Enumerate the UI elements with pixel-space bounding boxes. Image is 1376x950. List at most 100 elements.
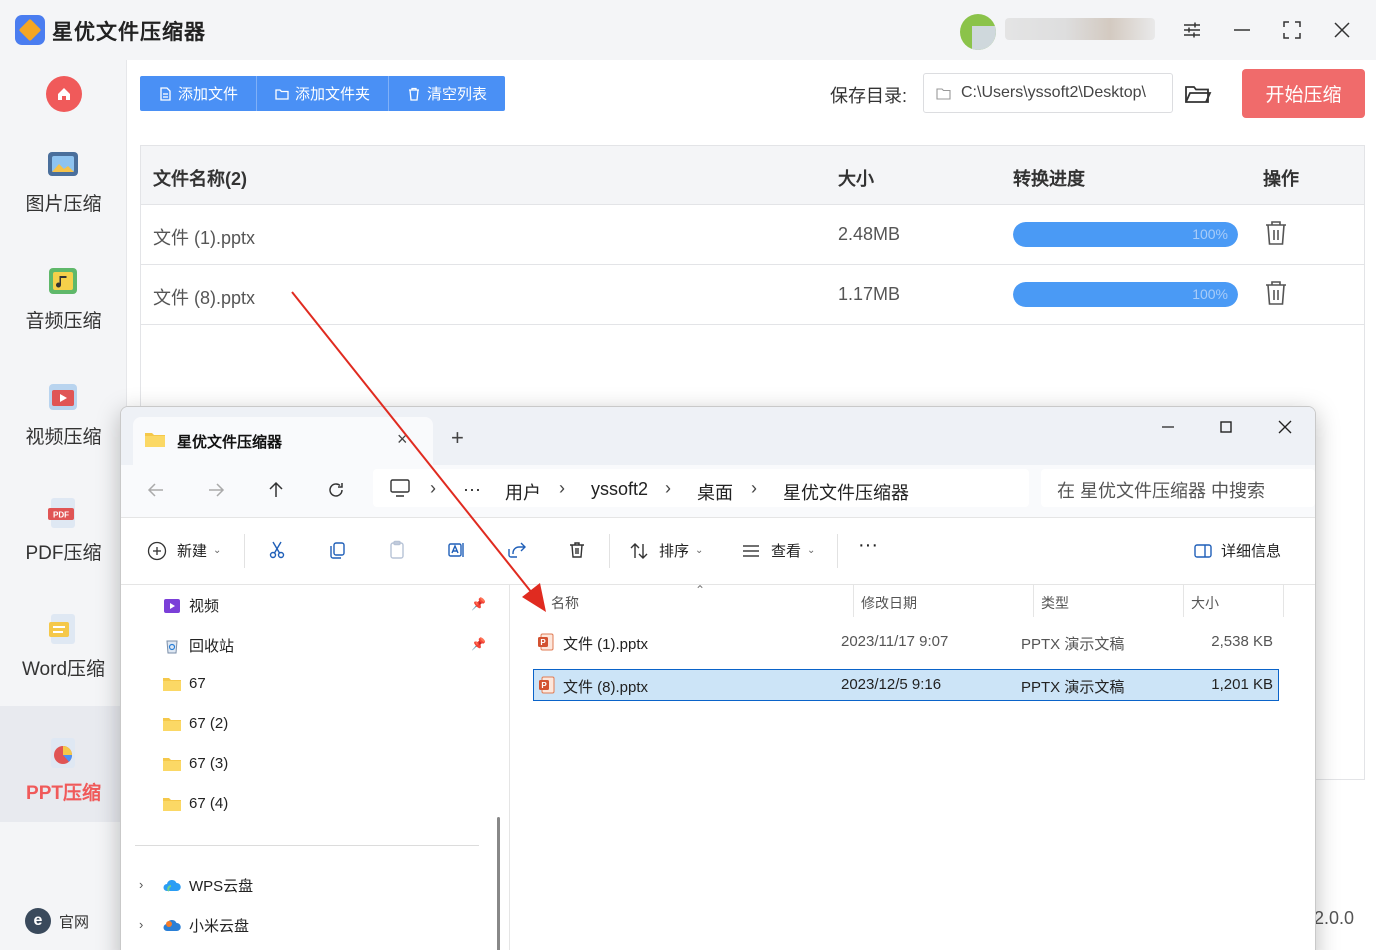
pin-icon[interactable]: 📌 xyxy=(471,637,486,651)
back-arrow-icon[interactable] xyxy=(145,479,167,501)
rename-button[interactable] xyxy=(447,540,467,560)
music-icon xyxy=(49,268,77,294)
minimize-icon[interactable] xyxy=(1227,15,1257,45)
nav-item-label: 67 (3) xyxy=(189,755,229,772)
breadcrumb-folder[interactable]: 星优文件压缩器 xyxy=(783,479,909,505)
sidebar-item-ppt[interactable]: PPT压缩 xyxy=(0,706,127,822)
nav-item-videos[interactable]: 视频 xyxy=(163,595,219,616)
breadcrumb-desktop[interactable]: 桌面 xyxy=(697,479,733,505)
file-row-selected[interactable]: P 文件 (8).pptx 2023/12/5 9:16 PPTX 演示文稿 1… xyxy=(533,669,1279,701)
nav-item-folder[interactable]: 67 (2) xyxy=(163,715,228,732)
folder-icon xyxy=(163,677,181,691)
nav-item-folder[interactable]: 67 (3) xyxy=(163,755,228,772)
title-bar: 星优文件压缩器 xyxy=(0,0,1376,60)
sidebar-item-label: 图片压缩 xyxy=(25,194,102,215)
file-type: PPTX 演示文稿 xyxy=(1021,679,1125,696)
paste-button[interactable] xyxy=(387,540,407,560)
details-pane-button[interactable]: 详细信息 xyxy=(1193,540,1281,561)
sort-button[interactable]: 排序 ⌄ xyxy=(629,540,703,561)
add-file-button[interactable]: 添加文件 xyxy=(140,76,258,111)
maximize-icon[interactable] xyxy=(1211,415,1241,439)
sidebar: 图片压缩 音频压缩 视频压缩 PDF PDF压缩 Word压缩 PPT压缩 e … xyxy=(0,60,127,950)
explorer-nav-bar: › ··· 用户 › yssoft2 › 桌面 › 星优文件压缩器 在 星优文件… xyxy=(121,465,1315,517)
expand-chevron-icon[interactable]: › xyxy=(139,877,143,892)
address-bar[interactable]: › ··· 用户 › yssoft2 › 桌面 › 星优文件压缩器 xyxy=(373,469,1029,507)
file-action-group: 添加文件 添加文件夹 清空列表 xyxy=(140,76,506,111)
add-folder-button[interactable]: 添加文件夹 xyxy=(257,76,390,111)
share-button[interactable] xyxy=(507,540,527,560)
file-list: 名称 ⌃ 修改日期 类型 大小 P 文件 (1).pptx 2023/11/17… xyxy=(511,583,1315,950)
search-input[interactable]: 在 星优文件压缩器 中搜索 xyxy=(1041,469,1315,507)
nav-item-folder[interactable]: 67 xyxy=(163,675,206,692)
delete-button[interactable] xyxy=(567,540,587,560)
clear-list-label: 清空列表 xyxy=(427,86,488,103)
sidebar-item-word[interactable]: Word压缩 xyxy=(0,582,127,698)
start-compress-button[interactable]: 开始压缩 xyxy=(1242,69,1365,118)
nav-item-wps-cloud[interactable]: WPS云盘 xyxy=(163,875,253,896)
forward-arrow-icon[interactable] xyxy=(205,479,227,501)
wps-cloud-icon xyxy=(163,879,181,892)
col-type-header[interactable]: 类型 xyxy=(1041,593,1069,613)
view-button[interactable]: 查看 ⌄ xyxy=(741,540,815,561)
file-row[interactable]: P 文件 (1).pptx 2023/11/17 9:07 PPTX 演示文稿 … xyxy=(533,627,1279,657)
fullscreen-icon[interactable] xyxy=(1277,15,1307,45)
breadcrumb-users[interactable]: 用户 xyxy=(505,479,541,505)
nav-item-recycle-bin[interactable]: 回收站 xyxy=(163,635,234,656)
new-button[interactable]: 新建 ⌄ xyxy=(147,540,221,561)
close-icon[interactable] xyxy=(1327,15,1357,45)
delete-row-icon[interactable] xyxy=(1264,280,1288,306)
progress-label: 100% xyxy=(1192,226,1228,242)
breadcrumb-more[interactable]: ··· xyxy=(463,479,481,500)
table-row[interactable]: 文件 (1).pptx 2.48MB 100% xyxy=(141,205,1364,265)
nav-item-label: 67 (4) xyxy=(189,795,229,812)
pane-divider[interactable] xyxy=(509,585,510,950)
sidebar-item-label: Word压缩 xyxy=(21,659,106,680)
col-date-header[interactable]: 修改日期 xyxy=(861,593,917,613)
refresh-icon[interactable] xyxy=(325,479,347,501)
open-folder-icon[interactable] xyxy=(1184,80,1212,108)
sort-label: 排序 xyxy=(659,543,690,560)
table-row[interactable]: 文件 (8).pptx 1.17MB 100% xyxy=(141,265,1364,325)
more-options-button[interactable]: ··· xyxy=(858,534,878,557)
nav-item-mi-cloud[interactable]: 小米云盘 xyxy=(163,915,249,936)
close-tab-icon[interactable]: × xyxy=(397,429,408,450)
clear-list-button[interactable]: 清空列表 xyxy=(389,76,505,111)
minimize-icon[interactable] xyxy=(1153,415,1183,439)
plus-circle-icon xyxy=(147,541,167,560)
breadcrumb-user[interactable]: yssoft2 xyxy=(591,479,648,500)
mi-cloud-icon xyxy=(163,919,181,931)
save-dir-field[interactable]: C:\Users\yssoft2\Desktop\ xyxy=(923,73,1173,113)
pin-icon[interactable]: 📌 xyxy=(471,597,486,611)
save-dir-value: C:\Users\yssoft2\Desktop\ xyxy=(961,84,1146,101)
folder-icon xyxy=(145,433,165,447)
up-arrow-icon[interactable] xyxy=(265,479,287,501)
explorer-tab[interactable]: 星优文件压缩器 × xyxy=(133,417,433,465)
copy-button[interactable] xyxy=(327,540,347,560)
sidebar-item-video[interactable]: 视频压缩 xyxy=(0,350,127,466)
nav-item-label: 67 xyxy=(189,675,206,692)
col-size-header[interactable]: 大小 xyxy=(1191,593,1219,613)
video-icon xyxy=(49,384,77,410)
new-tab-button[interactable]: + xyxy=(451,425,464,451)
nav-item-label: 视频 xyxy=(189,598,220,615)
col-name-header[interactable]: 名称 xyxy=(551,593,579,613)
nav-scrollbar[interactable] xyxy=(497,817,500,950)
close-icon[interactable] xyxy=(1270,415,1300,439)
home-icon[interactable] xyxy=(46,76,82,112)
file-size: 2.48MB xyxy=(838,224,901,244)
cut-button[interactable] xyxy=(267,540,287,560)
user-avatar[interactable] xyxy=(960,14,996,50)
sidebar-item-audio[interactable]: 音频压缩 xyxy=(0,234,127,350)
sidebar-item-image[interactable]: 图片压缩 xyxy=(0,117,127,233)
view-list-icon xyxy=(743,544,759,557)
nav-item-folder[interactable]: 67 (4) xyxy=(163,795,228,812)
official-site-link[interactable]: e 官网 xyxy=(25,908,89,934)
settings-sliders-icon[interactable] xyxy=(1177,15,1207,45)
file-date: 2023/11/17 9:07 xyxy=(841,633,949,650)
nav-item-label: WPS云盘 xyxy=(189,878,254,895)
expand-chevron-icon[interactable]: › xyxy=(139,917,143,932)
tab-title: 星优文件压缩器 xyxy=(177,434,283,451)
sidebar-item-pdf[interactable]: PDF PDF压缩 xyxy=(0,466,127,582)
user-name-blurred[interactable] xyxy=(1005,18,1155,40)
delete-row-icon[interactable] xyxy=(1264,220,1288,246)
